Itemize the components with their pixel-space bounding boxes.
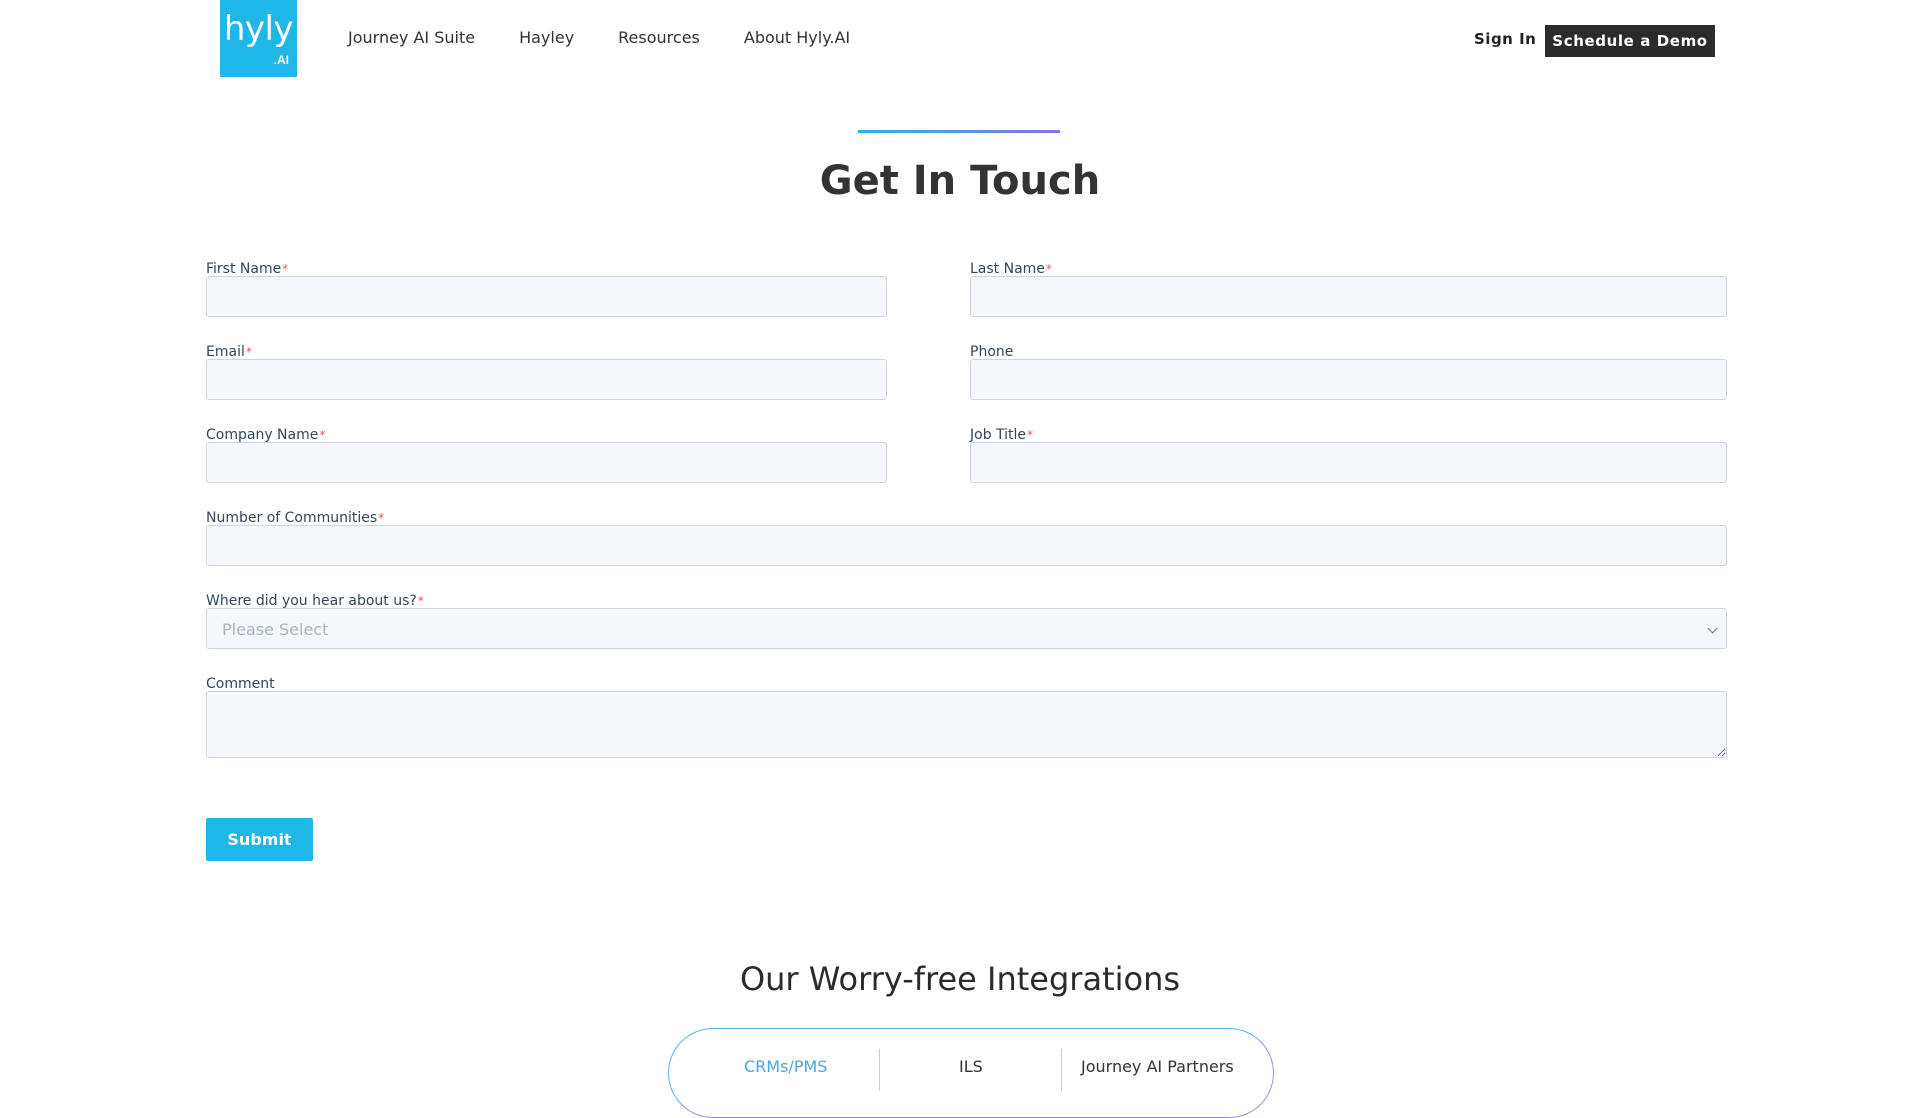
main-nav: Journey AI Suite Hayley Resources About … <box>348 28 894 47</box>
required-marker: * <box>378 511 385 525</box>
last-name-field: Last Name* <box>970 261 1727 317</box>
referral-source-select[interactable]: Please Select <box>206 608 1727 649</box>
integrations-title: Our Worry-free Integrations <box>739 960 1181 998</box>
nav-about[interactable]: About Hyly.AI <box>744 28 850 47</box>
referral-source-selected: Please Select <box>222 620 329 639</box>
email-field: Email* <box>206 344 887 400</box>
logo-text: hyly <box>223 9 294 49</box>
title-accent-line <box>858 130 1060 133</box>
company-name-label: Company Name* <box>206 427 326 443</box>
email-label: Email* <box>206 344 252 360</box>
logo-suffix: .AI <box>273 53 289 67</box>
referral-source-label: Where did you hear about us?* <box>206 593 424 609</box>
tab-divider <box>879 1049 880 1091</box>
communities-label: Number of Communities* <box>206 510 385 526</box>
comment-field: Comment <box>206 676 1727 758</box>
last-name-label: Last Name* <box>970 261 1052 277</box>
communities-field: Number of Communities* <box>206 510 1727 566</box>
communities-input[interactable] <box>206 525 1727 566</box>
required-marker: * <box>245 345 252 359</box>
comment-label: Comment <box>206 676 275 692</box>
last-name-input[interactable] <box>970 276 1727 317</box>
tab-divider <box>1061 1049 1062 1091</box>
job-title-label: Job Title* <box>970 427 1034 443</box>
email-input[interactable] <box>206 359 887 400</box>
chevron-down-icon <box>1707 623 1718 634</box>
phone-label: Phone <box>970 344 1014 360</box>
comment-textarea[interactable] <box>206 691 1727 758</box>
company-name-field: Company Name* <box>206 427 887 483</box>
required-marker: * <box>1045 262 1052 276</box>
job-title-input[interactable] <box>970 442 1727 483</box>
first-name-field: First Name* <box>206 261 887 317</box>
tab-ils[interactable]: ILS <box>959 1057 983 1076</box>
phone-input[interactable] <box>970 359 1727 400</box>
nav-journey-ai-suite[interactable]: Journey AI Suite <box>348 28 475 47</box>
required-marker: * <box>417 594 424 608</box>
sign-in-link[interactable]: Sign In <box>1474 30 1536 48</box>
required-marker: * <box>1027 428 1034 442</box>
nav-hayley[interactable]: Hayley <box>519 28 574 47</box>
page-title: Get In Touch <box>819 158 1101 204</box>
first-name-input[interactable] <box>206 276 887 317</box>
referral-source-field: Where did you hear about us?* Please Sel… <box>206 593 1727 649</box>
schedule-demo-button[interactable]: Schedule a Demo <box>1545 25 1715 57</box>
submit-button[interactable]: Submit <box>206 818 313 861</box>
company-name-input[interactable] <box>206 442 887 483</box>
hyly-logo[interactable]: hyly .AI <box>220 0 297 77</box>
nav-resources[interactable]: Resources <box>618 28 700 47</box>
phone-field: Phone <box>970 344 1727 400</box>
tab-journey-ai-partners[interactable]: Journey AI Partners <box>1081 1057 1234 1076</box>
first-name-label: First Name* <box>206 261 289 277</box>
required-marker: * <box>319 428 326 442</box>
required-marker: * <box>282 262 289 276</box>
integrations-tabs: CRMs/PMS ILS Journey AI Partners <box>668 1028 1274 1118</box>
tab-crms-pms[interactable]: CRMs/PMS <box>744 1057 827 1076</box>
job-title-field: Job Title* <box>970 427 1727 483</box>
